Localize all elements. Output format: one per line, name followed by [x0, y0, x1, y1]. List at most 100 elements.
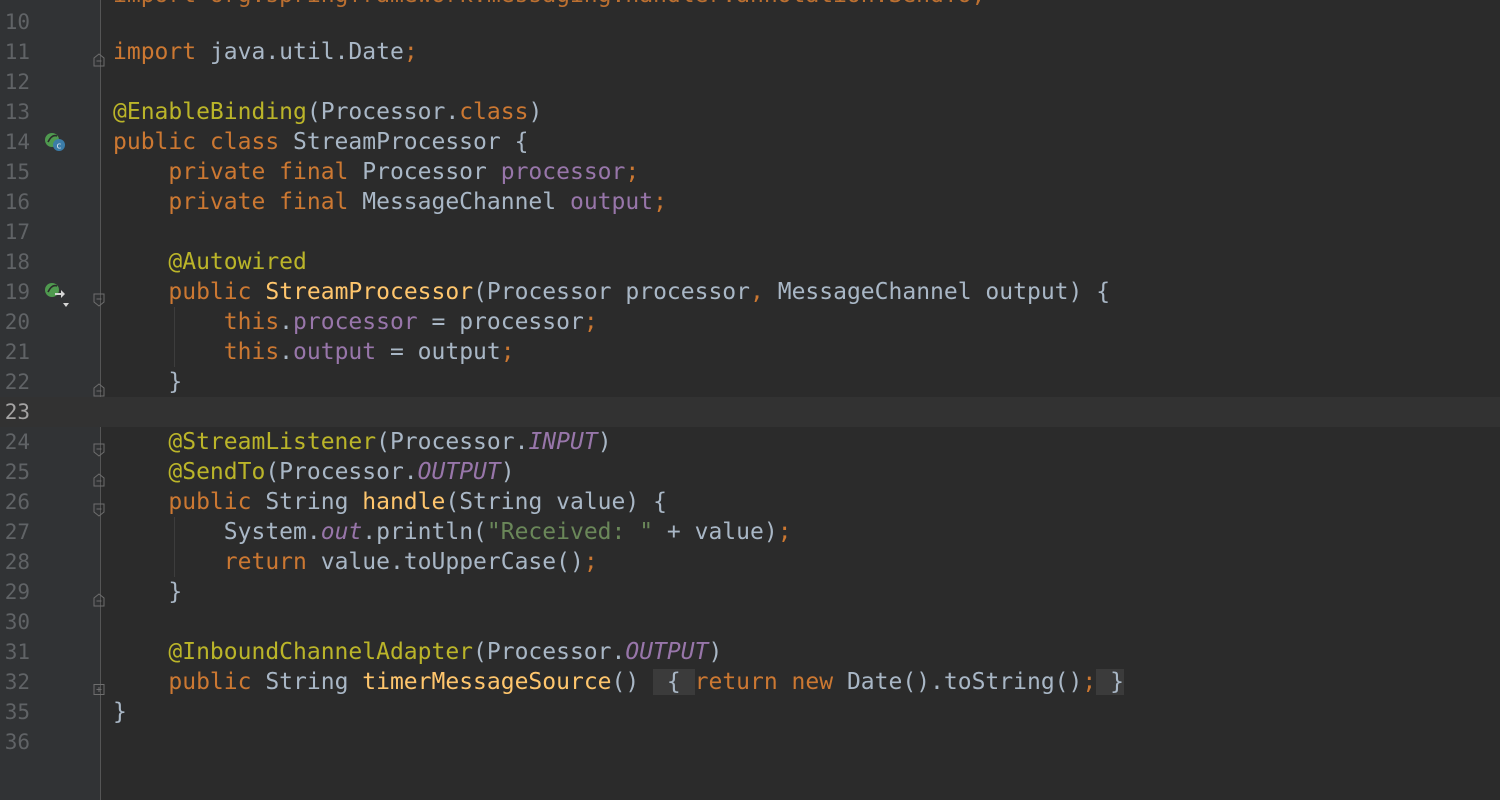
line-number[interactable]: 36: [0, 727, 30, 757]
line-number[interactable]: 19: [0, 277, 30, 307]
line-number[interactable]: 13: [0, 97, 30, 127]
code-line-36[interactable]: 36: [0, 727, 1500, 757]
code-line-25[interactable]: 25 @SendTo(Processor.OUTPUT): [0, 457, 1500, 487]
code-text[interactable]: return value.toUpperCase();: [113, 547, 598, 577]
code-text[interactable]: public StreamProcessor(Processor process…: [113, 277, 1110, 307]
line-number[interactable]: 24: [0, 427, 30, 457]
code-text[interactable]: }: [113, 697, 127, 727]
folded-region[interactable]: }: [1096, 669, 1124, 695]
code-token: Date().toString(): [833, 669, 1083, 695]
keyword-token: return: [223, 549, 307, 575]
line-number[interactable]: 15: [0, 157, 30, 187]
code-line-30[interactable]: 30: [0, 607, 1500, 637]
spring-autowired-navigation-icon[interactable]: [43, 281, 69, 307]
fold-expand-icon[interactable]: [93, 675, 105, 695]
fold-start-icon[interactable]: [93, 495, 105, 517]
line-number[interactable]: 21: [0, 337, 30, 367]
fold-start-icon[interactable]: [93, 435, 105, 457]
line-number[interactable]: 25: [0, 457, 30, 487]
line-number[interactable]: 27: [0, 517, 30, 547]
code-line-29[interactable]: 29 }: [0, 577, 1500, 607]
code-text[interactable]: private final Processor processor;: [113, 157, 639, 187]
line-number[interactable]: 32: [0, 667, 30, 697]
indent-guide: [174, 307, 175, 367]
keyword-token: ;: [403, 39, 418, 65]
code-text[interactable]: public String handle(String value) {: [113, 487, 667, 517]
code-text[interactable]: public class StreamProcessor {: [113, 127, 528, 157]
code-line-17[interactable]: 17: [0, 217, 1500, 247]
line-number[interactable]: 11: [0, 37, 30, 67]
code-line-22[interactable]: 22 }: [0, 367, 1500, 397]
keyword-token: ;: [1082, 669, 1097, 695]
line-number[interactable]: 18: [0, 247, 30, 277]
code-token: ): [708, 639, 723, 665]
code-line-24[interactable]: 24 @StreamListener(Processor.INPUT): [0, 427, 1500, 457]
code-text[interactable]: System.out.println("Received: " + value)…: [113, 517, 792, 547]
code-line-28[interactable]: 28 return value.toUpperCase();: [0, 547, 1500, 577]
code-line-12[interactable]: 12: [0, 67, 1500, 97]
fold-end-icon[interactable]: [93, 45, 105, 67]
line-number[interactable]: 17: [0, 217, 30, 247]
code-line-23[interactable]: 23: [0, 397, 1500, 427]
line-number[interactable]: 30: [0, 607, 30, 637]
fold-end-icon[interactable]: [93, 375, 105, 397]
code-line-10[interactable]: 10: [0, 7, 1500, 37]
code-text[interactable]: @InboundChannelAdapter(Processor.OUTPUT): [113, 637, 722, 667]
code-text[interactable]: private final MessageChannel output;: [113, 187, 667, 217]
fold-start-icon[interactable]: [93, 285, 105, 307]
code-line-32[interactable]: 32 public String timerMessageSource() { …: [0, 667, 1500, 697]
code-text[interactable]: @StreamListener(Processor.INPUT): [113, 427, 611, 457]
keyword-token: ;: [653, 189, 667, 215]
line-number[interactable]: 29: [0, 577, 30, 607]
code-line-21[interactable]: 21 this.output = output;: [0, 337, 1500, 367]
static-field-token: OUTPUT: [625, 639, 709, 665]
fold-end-icon[interactable]: [93, 465, 105, 487]
code-token: }: [113, 579, 183, 605]
code-text[interactable]: }: [113, 367, 182, 397]
line-number[interactable]: 23: [0, 397, 30, 427]
line-number[interactable]: 35: [0, 697, 30, 727]
code-text[interactable]: import java.util.Date;: [113, 37, 418, 67]
line-number[interactable]: 14: [0, 127, 30, 157]
code-token: .: [279, 339, 294, 365]
code-line-15[interactable]: 15 private final Processor processor;: [0, 157, 1500, 187]
code-line-26[interactable]: 26 public String handle(String value) {: [0, 487, 1500, 517]
line-number[interactable]: 10: [0, 7, 30, 37]
keyword-token: ,: [750, 279, 764, 305]
field-token: processor: [500, 159, 626, 185]
code-text[interactable]: public String timerMessageSource() { ret…: [113, 667, 1124, 697]
spring-bean-class-icon[interactable]: c: [43, 131, 67, 155]
code-line-13[interactable]: 13 @EnableBinding(Processor.class): [0, 97, 1500, 127]
code-text[interactable]: }: [113, 577, 182, 607]
line-number[interactable]: 22: [0, 367, 30, 397]
code-line-19[interactable]: 19 public StreamProcessor(Processor proc…: [0, 277, 1500, 307]
folded-region[interactable]: {: [653, 669, 695, 695]
code-line-14[interactable]: 14 c public class StreamProcessor {: [0, 127, 1500, 157]
code-line-18[interactable]: 18 @Autowired: [0, 247, 1500, 277]
keyword-token: ;: [583, 549, 598, 575]
code-line-20[interactable]: 20 this.processor = processor;: [0, 307, 1500, 337]
code-text[interactable]: @Autowired: [113, 247, 306, 277]
annotation-token: @InboundChannelAdapter: [168, 639, 474, 665]
line-number[interactable]: 16: [0, 187, 30, 217]
code-text[interactable]: @SendTo(Processor.OUTPUT): [113, 457, 514, 487]
code-line-11[interactable]: 11 import java.util.Date;: [0, 37, 1500, 67]
line-number[interactable]: 28: [0, 547, 30, 577]
code-line-31[interactable]: 31 @InboundChannelAdapter(Processor.OUTP…: [0, 637, 1500, 667]
code-text[interactable]: @EnableBinding(Processor.class): [113, 97, 542, 127]
code-line-27[interactable]: 27 System.out.println("Received: " + val…: [0, 517, 1500, 547]
code-line-16[interactable]: 16 private final MessageChannel output;: [0, 187, 1500, 217]
fold-end-icon[interactable]: [93, 585, 105, 607]
line-number[interactable]: 12: [0, 67, 30, 97]
code-line-35[interactable]: 35}: [0, 697, 1500, 727]
code-editor[interactable]: import org.springframework.messaging.han…: [0, 0, 1500, 800]
code-text[interactable]: this.processor = processor;: [113, 307, 598, 337]
line-number[interactable]: 26: [0, 487, 30, 517]
line-number[interactable]: 31: [0, 637, 30, 667]
keyword-token: this: [223, 309, 280, 335]
line-number[interactable]: 20: [0, 307, 30, 337]
